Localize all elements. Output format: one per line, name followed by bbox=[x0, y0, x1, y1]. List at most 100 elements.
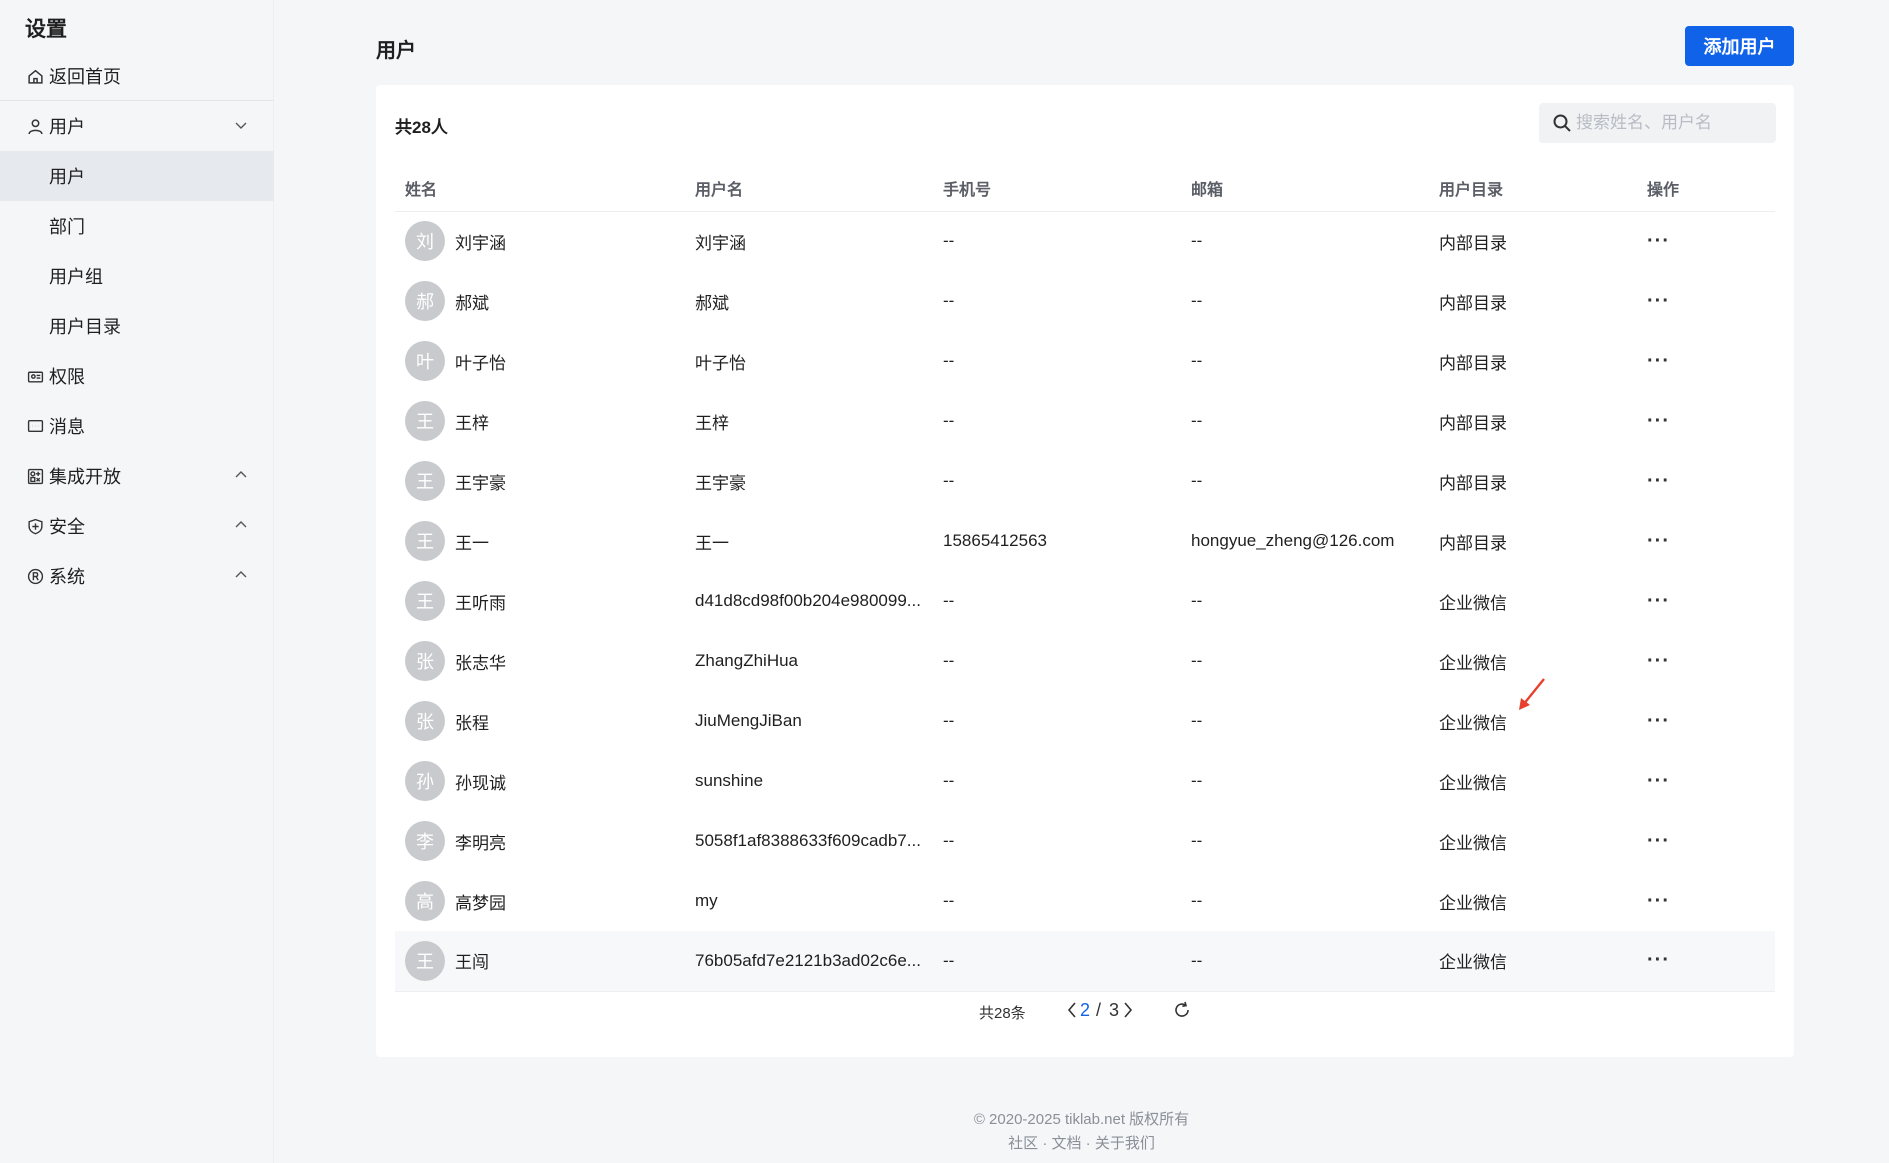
table-row[interactable]: 叶叶子怡 叶子怡 -- -- 内部目录 ··· bbox=[395, 331, 1775, 391]
search-input[interactable] bbox=[1576, 113, 1766, 133]
permissions-icon bbox=[25, 366, 45, 386]
sidebar-item-home[interactable]: 返回首页 bbox=[0, 51, 274, 101]
sidebar-item-departments[interactable]: 部门 bbox=[0, 201, 274, 251]
sidebar-title: 设置 bbox=[25, 18, 67, 41]
column-header-actions: 操作 bbox=[1637, 165, 1775, 212]
cell-username: d41d8cd98f00b204e980099... bbox=[695, 591, 921, 610]
cell-name: 孙孙现诚 bbox=[395, 751, 685, 811]
cell-email: -- bbox=[1191, 411, 1203, 430]
cell-actions: ··· bbox=[1637, 931, 1775, 992]
avatar: 王 bbox=[405, 521, 445, 561]
cell-actions: ··· bbox=[1637, 451, 1775, 511]
table-row[interactable]: 王王宇豪 王宇豪 -- -- 内部目录 ··· bbox=[395, 451, 1775, 511]
refresh-icon[interactable] bbox=[1172, 1000, 1192, 1020]
table-row[interactable]: 张张程 JiuMengJiBan -- -- 企业微信 ··· bbox=[395, 691, 1775, 751]
sidebar-item-label: 用户 bbox=[49, 167, 85, 187]
table-row[interactable]: 刘刘宇涵 刘宇涵 -- -- 内部目录 ··· bbox=[395, 211, 1775, 271]
sidebar-item-users[interactable]: 用户 bbox=[0, 151, 274, 201]
cell-phone: -- bbox=[943, 651, 955, 670]
avatar: 叶 bbox=[405, 341, 445, 381]
user-name: 高梦园 bbox=[455, 893, 506, 913]
cell-directory: 内部目录 bbox=[1439, 533, 1507, 553]
search-box[interactable] bbox=[1539, 103, 1776, 143]
user-name: 王听雨 bbox=[455, 593, 506, 613]
user-name: 王宇豪 bbox=[455, 473, 506, 493]
cell-actions: ··· bbox=[1637, 571, 1775, 631]
sidebar-item-security[interactable]: 安全 bbox=[0, 501, 274, 551]
table-row[interactable]: 王王一 王一 15865412563 hongyue_zheng@126.com 内部目… bbox=[395, 511, 1775, 571]
footer-link-docs[interactable]: 文档 bbox=[1051, 1135, 1081, 1152]
table-row[interactable]: 王王闯 76b05afd7e2121b3ad02c6e... -- -- 企业微信 ··· bbox=[395, 931, 1775, 992]
user-name: 王闯 bbox=[455, 953, 489, 973]
cell-phone: -- bbox=[943, 771, 955, 790]
cell-name: 王王一 bbox=[395, 511, 685, 571]
chevron-up-icon bbox=[235, 571, 247, 578]
pagination: 共28条 2 / 3 bbox=[376, 997, 1794, 1027]
more-actions-button[interactable]: ··· bbox=[1647, 590, 1670, 612]
pagination-current-page[interactable]: 2 bbox=[1080, 1000, 1090, 1021]
avatar: 张 bbox=[405, 641, 445, 681]
more-actions-button[interactable]: ··· bbox=[1647, 650, 1670, 672]
more-actions-button[interactable]: ··· bbox=[1647, 770, 1670, 792]
table-row[interactable]: 李李明亮 5058f1af8388633f609cadb7... -- -- 企业微信 ·… bbox=[395, 811, 1775, 871]
add-user-button[interactable]: 添加用户 bbox=[1685, 26, 1794, 66]
table-row[interactable]: 张张志华 ZhangZhiHua -- -- 企业微信 ··· bbox=[395, 631, 1775, 691]
chevron-left-icon[interactable] bbox=[1065, 999, 1079, 1021]
system-icon bbox=[25, 566, 45, 586]
more-actions-button[interactable]: ··· bbox=[1647, 890, 1670, 912]
sidebar-item-users-group[interactable]: 用户 bbox=[0, 101, 274, 151]
sidebar-item-user-groups[interactable]: 用户组 bbox=[0, 251, 274, 301]
cell-phone: -- bbox=[933, 931, 1181, 992]
more-actions-button[interactable]: ··· bbox=[1647, 470, 1670, 492]
cell-directory: 内部目录 bbox=[1439, 293, 1507, 313]
avatar: 王 bbox=[405, 940, 445, 981]
more-actions-button[interactable]: ··· bbox=[1647, 710, 1670, 732]
sidebar-item-messages[interactable]: 消息 bbox=[0, 401, 274, 451]
column-header-email: 邮箱 bbox=[1181, 165, 1429, 212]
cell-name: 高高梦园 bbox=[395, 871, 685, 931]
table-row[interactable]: 王王梓 王梓 -- -- 内部目录 ··· bbox=[395, 391, 1775, 451]
cell-directory: 内部目录 bbox=[1439, 473, 1507, 493]
more-actions-button[interactable]: ··· bbox=[1647, 350, 1670, 372]
sidebar-item-integration[interactable]: 集成开放 bbox=[0, 451, 274, 501]
avatar: 孙 bbox=[405, 761, 445, 801]
sidebar-item-label: 用户 bbox=[49, 117, 85, 137]
message-icon bbox=[25, 416, 45, 436]
user-name: 张志华 bbox=[455, 653, 506, 673]
more-actions-button[interactable]: ··· bbox=[1647, 230, 1670, 252]
table-row[interactable]: 孙孙现诚 sunshine -- -- 企业微信 ··· bbox=[395, 751, 1775, 811]
chevron-up-icon bbox=[235, 471, 247, 478]
user-icon bbox=[25, 116, 45, 136]
table-row[interactable]: 郝郝斌 郝斌 -- -- 内部目录 ··· bbox=[395, 271, 1775, 331]
table-row[interactable]: 王王听雨 d41d8cd98f00b204e980099... -- -- 企业微信 ··… bbox=[395, 571, 1775, 631]
cell-actions: ··· bbox=[1637, 331, 1775, 391]
column-header-username: 用户名 bbox=[685, 165, 933, 212]
home-icon bbox=[25, 66, 45, 86]
sidebar-item-label: 集成开放 bbox=[49, 467, 121, 487]
user-name: 叶子怡 bbox=[455, 353, 506, 373]
chevron-right-icon[interactable] bbox=[1121, 999, 1135, 1021]
footer-link-community[interactable]: 社区 bbox=[1008, 1135, 1038, 1152]
cell-name: 王王闯 bbox=[395, 931, 685, 992]
cell-phone: -- bbox=[943, 351, 955, 370]
cell-email: hongyue_zheng@126.com bbox=[1191, 531, 1395, 550]
footer-link-about[interactable]: 关于我们 bbox=[1095, 1135, 1155, 1152]
cell-email: -- bbox=[1191, 711, 1203, 730]
cell-username: 叶子怡 bbox=[695, 353, 746, 373]
more-actions-button[interactable]: ··· bbox=[1647, 530, 1670, 552]
shield-icon bbox=[25, 516, 45, 536]
sidebar-item-permissions[interactable]: 权限 bbox=[0, 351, 274, 401]
sidebar-item-user-directory[interactable]: 用户目录 bbox=[0, 301, 274, 351]
cell-email: -- bbox=[1191, 891, 1203, 910]
more-actions-button[interactable]: ··· bbox=[1647, 410, 1670, 432]
more-actions-button[interactable]: ··· bbox=[1647, 290, 1670, 312]
cell-username: JiuMengJiBan bbox=[695, 711, 802, 730]
cell-username: 5058f1af8388633f609cadb7... bbox=[695, 831, 921, 850]
chevron-down-icon bbox=[235, 122, 247, 129]
table-row[interactable]: 高高梦园 my -- -- 企业微信 ··· bbox=[395, 871, 1775, 931]
cell-phone: -- bbox=[943, 591, 955, 610]
sidebar: 设置 返回首页 用户 用户 部门 用户组 用户目录 权限 消息 集成开放 安全 … bbox=[0, 0, 274, 1163]
sidebar-item-system[interactable]: 系统 bbox=[0, 551, 274, 601]
more-actions-button[interactable]: ··· bbox=[1647, 949, 1670, 971]
more-actions-button[interactable]: ··· bbox=[1647, 830, 1670, 852]
